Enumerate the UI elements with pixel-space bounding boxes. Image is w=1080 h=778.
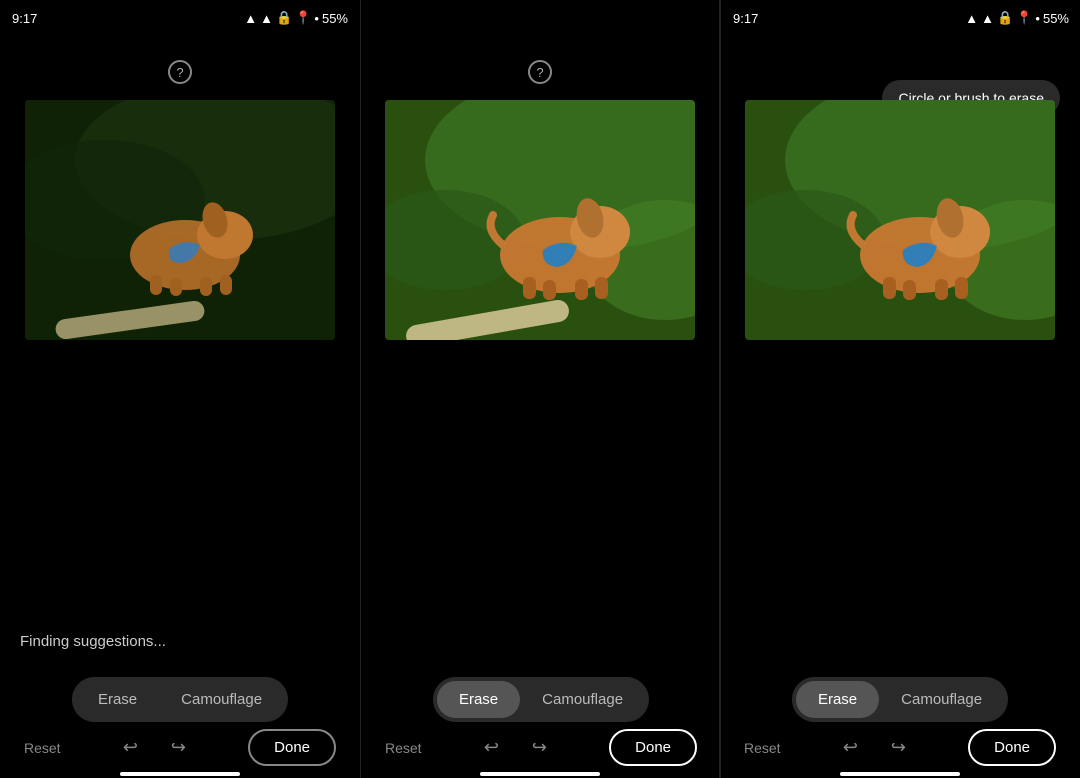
redo-button-1[interactable]: ↪	[162, 732, 194, 764]
home-indicator-2	[480, 772, 600, 776]
photo-1	[25, 100, 335, 340]
status-bar-2: 9:17 ▲ ▲ 🔒 📍 • 55%	[721, 0, 1080, 36]
status-icons-1: ▲ ▲ 🔒 📍 • 55%	[244, 10, 348, 26]
finding-suggestions-text: Finding suggestions...	[20, 633, 166, 650]
dot-icon-2: •	[1035, 11, 1040, 26]
undo-button-2[interactable]: ↩	[475, 732, 507, 764]
camouflage-button-3[interactable]: Camouflage	[879, 681, 1004, 718]
location-icon-2: 📍	[1016, 10, 1032, 26]
action-icons-1: ↩ ↪	[114, 732, 194, 764]
undo-button-3[interactable]: ↩	[834, 732, 866, 764]
signal-icon-2: ▲	[965, 11, 978, 26]
time-2: 9:17	[733, 11, 758, 26]
photo-2	[385, 100, 695, 340]
panel-divider-right	[720, 0, 721, 778]
reset-label-3[interactable]: Reset	[744, 740, 781, 756]
panel-2: 9:17 ▲ ▲ 🔒 📍 • 55% ?	[360, 0, 720, 778]
dot-icon-1: •	[314, 11, 319, 26]
erase-camouflage-buttons-1: Erase Camouflage	[72, 677, 288, 722]
camouflage-button-2[interactable]: Camouflage	[520, 681, 645, 718]
camouflage-button-1[interactable]: Camouflage	[159, 681, 284, 718]
lock-icon-1: 🔒	[276, 10, 292, 26]
photo-3	[745, 100, 1055, 340]
done-button-2[interactable]: Done	[609, 729, 697, 766]
bottom-controls-2: Erase Camouflage Reset ↩ ↪ Done	[361, 678, 721, 778]
panel-3: 9:18 ▲ ▲ 🔒 📍 • 55% ? Circle or brush to …	[720, 0, 1080, 778]
panel-1: 9:17 ▲ ▲ 🔒 📍 • 55% ?	[0, 0, 360, 778]
reset-label-1[interactable]: Reset	[24, 740, 61, 756]
redo-button-3[interactable]: ↪	[882, 732, 914, 764]
action-row-3: Reset ↩ ↪ Done	[720, 729, 1080, 766]
bottom-controls-1: Erase Camouflage Reset ↩ ↪ Done	[0, 678, 360, 778]
location-icon-1: 📍	[295, 10, 311, 26]
status-icons-2: ▲ ▲ 🔒 📍 • 55%	[965, 10, 1069, 26]
bottom-controls-3: Erase Camouflage Reset ↩ ↪ Done	[720, 678, 1080, 778]
help-icon-1[interactable]: ?	[168, 60, 192, 84]
erase-camouflage-buttons-2: Erase Camouflage	[433, 677, 649, 722]
done-button-3[interactable]: Done	[968, 729, 1056, 766]
time-1: 9:17	[12, 11, 37, 26]
action-icons-2: ↩ ↪	[475, 732, 555, 764]
status-bar-1: 9:17 ▲ ▲ 🔒 📍 • 55%	[0, 0, 360, 36]
home-indicator-1	[120, 772, 240, 776]
battery-1: 55%	[322, 11, 348, 26]
action-row-2: Reset ↩ ↪ Done	[361, 729, 721, 766]
erase-button-3[interactable]: Erase	[796, 681, 879, 718]
action-icons-3: ↩ ↪	[834, 732, 914, 764]
redo-button-2[interactable]: ↪	[523, 732, 555, 764]
battery-2: 55%	[1043, 11, 1069, 26]
done-button-1[interactable]: Done	[248, 729, 336, 766]
home-indicator-3	[840, 772, 960, 776]
help-icon-2[interactable]: ?	[528, 60, 552, 84]
lock-icon-2: 🔒	[997, 10, 1013, 26]
signal-icon-1: ▲	[244, 11, 257, 26]
reset-label-2[interactable]: Reset	[385, 740, 422, 756]
wifi-icon-2: ▲	[981, 11, 994, 26]
erase-button-2[interactable]: Erase	[437, 681, 520, 718]
erase-camouflage-buttons-3: Erase Camouflage	[792, 677, 1008, 722]
undo-button-1[interactable]: ↩	[114, 732, 146, 764]
action-row-1: Reset ↩ ↪ Done	[0, 729, 360, 766]
panel-divider-left	[360, 0, 361, 778]
wifi-icon-1: ▲	[260, 11, 273, 26]
erase-button-1[interactable]: Erase	[76, 681, 159, 718]
